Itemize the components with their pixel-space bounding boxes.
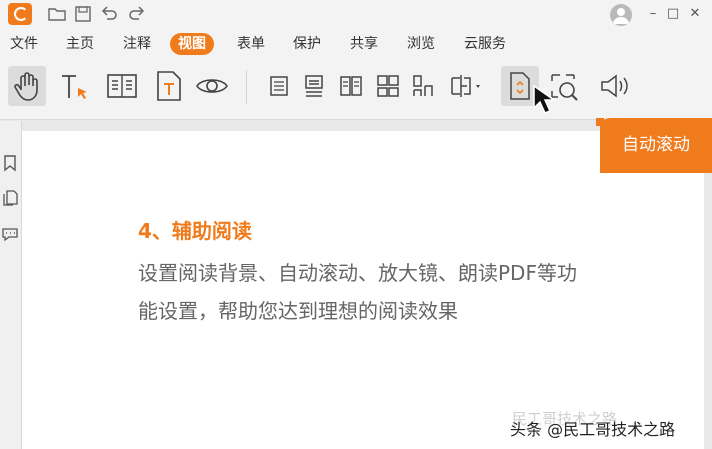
text-viewer-icon[interactable]: [150, 66, 188, 106]
user-avatar[interactable]: [610, 4, 632, 26]
menu-home[interactable]: 主页: [66, 33, 94, 55]
close-button[interactable]: ✕: [685, 4, 705, 24]
menu-protect[interactable]: 保护: [293, 33, 321, 55]
select-text-icon[interactable]: [56, 66, 94, 106]
menu-comment[interactable]: 注释: [123, 33, 151, 55]
left-sidebar: [0, 121, 22, 449]
cover-page-icon[interactable]: [405, 66, 443, 106]
menu-browse[interactable]: 浏览: [407, 33, 435, 55]
save-icon[interactable]: [72, 3, 94, 25]
facing-page-icon[interactable]: [332, 66, 370, 106]
menu-bar: 文件 主页 注释 视图 表单 保护 共享 浏览 云服务: [0, 30, 712, 58]
continuous-facing-icon[interactable]: [369, 66, 407, 106]
open-folder-icon[interactable]: [46, 3, 68, 25]
menu-file[interactable]: 文件: [10, 33, 38, 55]
menu-cloud[interactable]: 云服务: [464, 33, 506, 55]
mouse-cursor-icon: [528, 82, 562, 118]
redo-icon[interactable]: [126, 3, 148, 25]
menu-view[interactable]: 视图: [170, 33, 214, 55]
section-paragraph: 设置阅读背景、自动滚动、放大镜、朗读PDF等功能设置，帮助您达到理想的阅读效果: [138, 261, 577, 323]
app-logo-icon: [8, 3, 32, 25]
maximize-button[interactable]: □: [663, 4, 683, 24]
read-aloud-icon[interactable]: [596, 66, 634, 106]
eye-icon[interactable]: [193, 66, 231, 106]
comments-icon[interactable]: [1, 225, 19, 243]
view-toolbar: [0, 58, 712, 120]
minimize-button[interactable]: –: [643, 4, 663, 24]
watermark: 头条 @民工哥技术之路: [510, 420, 676, 439]
single-page-icon[interactable]: [260, 66, 298, 106]
continuous-page-icon[interactable]: [295, 66, 333, 106]
section-heading: 4、辅助阅读: [138, 219, 252, 243]
auto-scroll-tooltip: 自动滚动: [596, 118, 712, 173]
split-view-dropdown-icon[interactable]: [444, 66, 482, 106]
bookmark-icon[interactable]: [1, 154, 19, 172]
pages-icon[interactable]: [1, 189, 19, 207]
undo-icon[interactable]: [98, 3, 120, 25]
menu-share[interactable]: 共享: [350, 33, 378, 55]
title-bar: – □ ✕: [0, 0, 712, 30]
toolbar-separator: [246, 70, 247, 104]
reading-mode-icon[interactable]: [103, 66, 141, 106]
hand-tool-icon[interactable]: [8, 66, 46, 106]
menu-form[interactable]: 表单: [237, 33, 265, 55]
